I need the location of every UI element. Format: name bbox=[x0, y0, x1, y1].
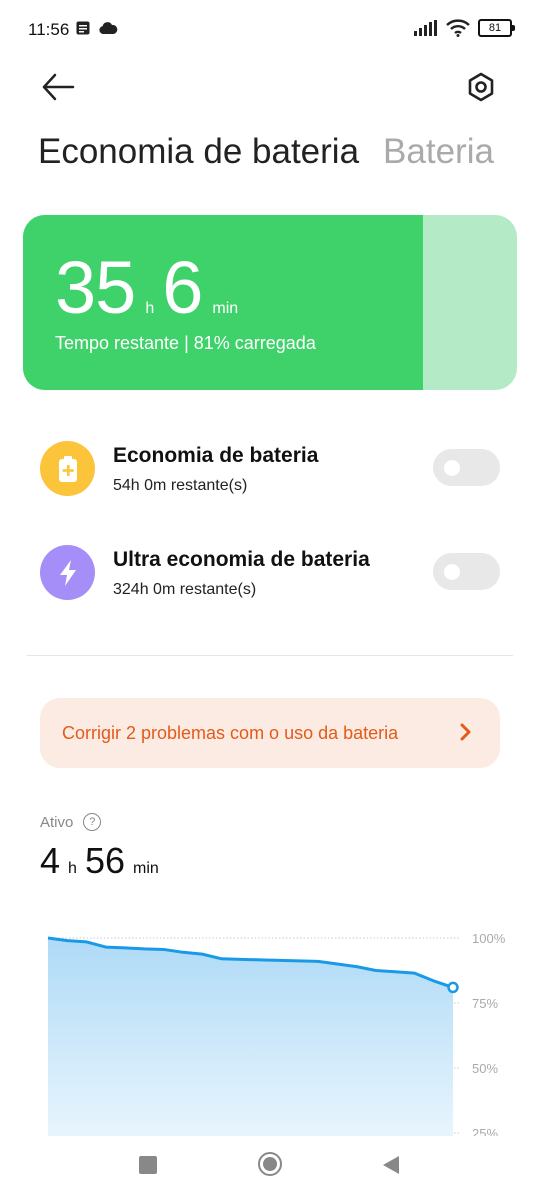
toggle-knob bbox=[444, 564, 460, 580]
active-minutes: 56 bbox=[84, 840, 125, 881]
settings-button[interactable] bbox=[466, 70, 496, 104]
divider bbox=[27, 655, 513, 656]
active-time: 4 h 56 min bbox=[40, 840, 167, 882]
chart-y-tick-label: 75% bbox=[472, 996, 498, 1011]
active-label: Ativo bbox=[40, 813, 74, 831]
status-icons-left bbox=[76, 21, 118, 35]
signal-icon bbox=[414, 20, 437, 36]
chevron-right-icon bbox=[460, 723, 471, 741]
chart-area-fill bbox=[48, 938, 453, 1140]
toggle-knob bbox=[444, 460, 460, 476]
ultra-battery-saver-subtitle: 324h 0m restante(s) bbox=[113, 581, 257, 598]
wifi-icon bbox=[446, 19, 470, 37]
battery-saver-title: Economia de bateria bbox=[113, 444, 319, 467]
cloud-icon bbox=[99, 21, 118, 34]
battery-saver-subtitle: 54h 0m restante(s) bbox=[113, 477, 248, 494]
battery-hours-unit: h bbox=[145, 300, 155, 317]
status-icons-right: 81 bbox=[414, 19, 515, 37]
help-icon[interactable]: ? bbox=[83, 813, 102, 831]
status-time: 11:56 bbox=[28, 20, 70, 39]
chart-current-point bbox=[447, 981, 459, 994]
battery-plus-icon bbox=[40, 441, 95, 496]
gear-icon bbox=[468, 72, 494, 102]
home-button[interactable] bbox=[258, 1152, 282, 1176]
nav-back-button[interactable] bbox=[381, 1155, 401, 1175]
lightning-icon bbox=[40, 545, 95, 600]
battery-remaining-time: 35 h 6 min bbox=[55, 245, 246, 330]
battery-minutes: 6 bbox=[162, 246, 203, 329]
active-minutes-unit: min bbox=[132, 860, 159, 877]
battery-icon: 81 bbox=[478, 19, 515, 37]
battery-hours: 35 bbox=[55, 246, 136, 329]
ultra-battery-saver-toggle[interactable] bbox=[433, 553, 500, 590]
back-arrow-icon bbox=[42, 73, 75, 101]
tab-economia-de-bateria[interactable]: Economia de bateria bbox=[38, 132, 359, 172]
fix-battery-issues-text: Corrigir 2 problemas com o uso da bateri… bbox=[62, 722, 399, 743]
active-hours: 4 bbox=[40, 840, 61, 881]
battery-level-chart: 100%75%50%25% bbox=[47, 931, 506, 1140]
tab-bateria[interactable]: Bateria bbox=[383, 132, 494, 172]
battery-minutes-unit: min bbox=[212, 300, 239, 317]
navigation-bar bbox=[0, 1136, 540, 1200]
battery-saver-toggle[interactable] bbox=[433, 449, 500, 486]
chart-y-tick-label: 100% bbox=[472, 931, 506, 946]
notification-icon bbox=[76, 21, 90, 35]
ultra-battery-saver-title: Ultra economia de bateria bbox=[113, 548, 370, 571]
battery-subtitle: Tempo restante | 81% carregada bbox=[55, 333, 316, 353]
title-tabs: Economia de bateria Bateria bbox=[38, 132, 494, 172]
battery-status-card: 35 h 6 min Tempo restante | 81% carregad… bbox=[23, 215, 517, 390]
active-label-row: Ativo ? bbox=[40, 813, 102, 831]
active-hours-unit: h bbox=[68, 860, 77, 877]
chart-y-tick-label: 50% bbox=[472, 1061, 498, 1076]
recents-button[interactable] bbox=[139, 1156, 157, 1174]
battery-saver-row[interactable]: Economia de bateria 54h 0m restante(s) bbox=[40, 441, 500, 501]
fix-battery-issues-banner[interactable]: Corrigir 2 problemas com o uso da bateri… bbox=[40, 698, 500, 768]
status-bar: 11:56 81 bbox=[0, 0, 540, 60]
back-button[interactable] bbox=[40, 70, 76, 104]
ultra-battery-saver-row[interactable]: Ultra economia de bateria 324h 0m restan… bbox=[40, 545, 500, 605]
